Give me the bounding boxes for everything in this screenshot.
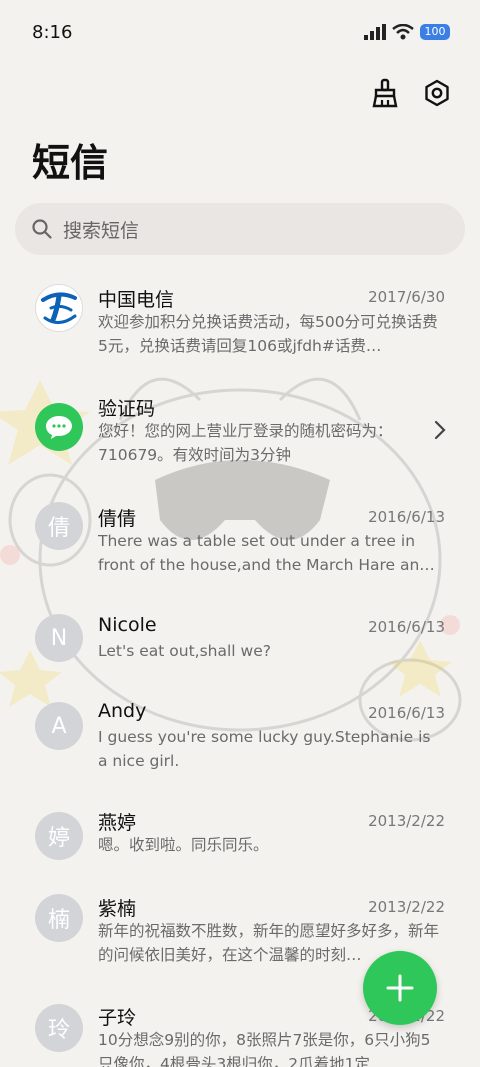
china-telecom-logo-icon [38,287,80,329]
conversation-snippet: I guess you're some lucky guy.Stephanie … [98,728,431,770]
conversation-date: 2016/6/13 [368,704,445,722]
conversation-item[interactable]: A Andy 2016/6/13 I guess you're some luc… [0,698,480,798]
conversation-date: 2017/6/30 [368,288,445,306]
conversation-item[interactable]: 倩 倩倩 2016/6/13 There was a table set out… [0,500,480,600]
conversation-date: 2016/6/13 [368,508,445,526]
battery-indicator: 100 [420,24,450,40]
clean-button[interactable] [370,78,400,108]
chevron-right-icon [434,420,446,440]
status-time: 8:16 [32,22,73,43]
conversation-name: 子玲 [98,1007,137,1029]
message-app-avatar [35,403,83,451]
page-title: 短信 [32,141,109,185]
plus-icon [386,974,414,1002]
avatar: 玲 [35,1004,83,1052]
conversation-item[interactable]: N Nicole 2016/6/13 Let's eat out,shall w… [0,610,480,690]
cellular-signal-icon [364,24,386,40]
conversation-snippet: Let's eat out,shall we? [98,642,271,660]
broom-icon [372,78,398,108]
settings-button[interactable] [422,78,452,108]
conversation-name: 验证码 [98,398,156,420]
avatar: 婷 [35,812,83,860]
conversation-snippet: 欢迎参加积分兑换话费活动，每500分可兑换话费5元，兑换话费请回复106或jfd… [98,313,438,355]
conversation-snippet: 您好！您的网上营业厅登录的随机密码为：710679。有效时间为3分钟 [98,422,393,464]
conversation-name: 燕婷 [98,812,137,834]
conversation-item[interactable]: 验证码 您好！您的网上营业厅登录的随机密码为：710679。有效时间为3分钟 [0,390,480,490]
compose-button[interactable] [363,951,437,1025]
conversation-name: 中国电信 [98,289,175,311]
avatar: N [35,614,83,662]
conversation-snippet: There was a table set out under a tree i… [98,532,435,574]
conversation-snippet: 嗯。收到啦。同乐同乐。 [98,836,269,854]
conversation-date: 2013/2/22 [368,812,445,830]
search-icon [32,219,52,239]
conversation-name: Andy [98,700,147,722]
avatar: 楠 [35,894,83,942]
conversation-item[interactable]: 婷 燕婷 2013/2/22 嗯。收到啦。同乐同乐。 [0,806,480,886]
wifi-icon [392,24,414,40]
conversation-name: Nicole [98,614,157,636]
search-placeholder: 搜索短信 [63,219,140,242]
status-bar: 8:16 100 [0,0,480,66]
message-bubble-icon [46,416,72,439]
conversation-date: 2013/2/22 [368,898,445,916]
conversation-snippet: 10分想念9别的你，8张照片7张是你，6只小狗5只像你，4根骨头3根归你，2爪着… [98,1031,431,1067]
conversation-name: 紫楠 [98,898,137,920]
avatar: 倩 [35,502,83,550]
conversation-item[interactable]: 中国电信 2017/6/30 欢迎参加积分兑换话费活动，每500分可兑换话费5元… [0,270,480,375]
china-telecom-avatar [35,284,83,332]
status-icons: 100 [364,24,450,40]
top-actions [370,78,452,108]
conversation-date: 2016/6/13 [368,618,445,636]
search-bar[interactable]: 搜索短信 [15,203,465,255]
conversation-name: 倩倩 [98,508,137,530]
avatar: A [35,702,83,750]
settings-icon [425,79,449,107]
